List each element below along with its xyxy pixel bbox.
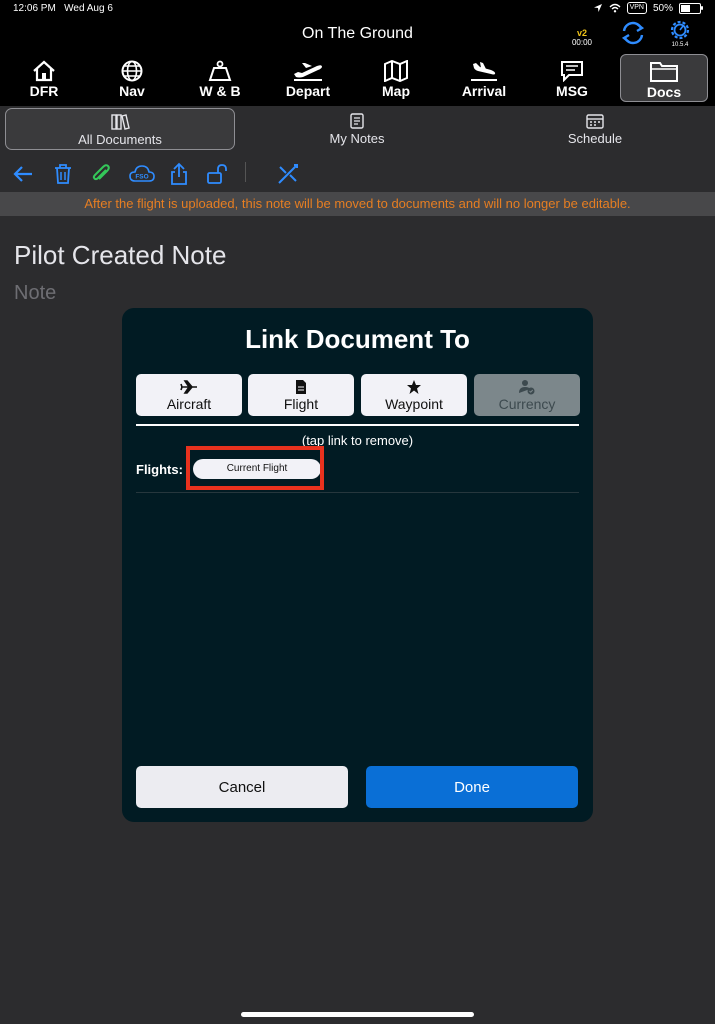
status-date: Wed Aug 6	[64, 3, 113, 14]
nav-depart-label: Depart	[285, 83, 331, 99]
done-button[interactable]: Done	[366, 766, 578, 808]
trash-icon[interactable]	[51, 162, 75, 186]
document-subtitle: Note	[14, 282, 57, 304]
document-icon	[296, 380, 306, 394]
battery-icon	[679, 2, 703, 14]
link-currency-label: Currency	[498, 396, 556, 412]
unlink-icon[interactable]	[276, 162, 300, 186]
upload-notice-banner: After the flight is uploaded, this note …	[0, 192, 715, 216]
nav-nav[interactable]: Nav	[88, 56, 176, 106]
calendar-icon	[586, 114, 604, 129]
nav-arrival[interactable]: Arrival	[440, 56, 528, 106]
share-icon[interactable]	[167, 162, 191, 186]
nav-map[interactable]: Map	[352, 56, 440, 106]
plane-landing-icon	[471, 62, 497, 81]
link-flight-label: Flight	[283, 396, 319, 412]
status-clock: 12:06 PM	[13, 3, 56, 14]
fso-cloud-icon[interactable]: FSO	[128, 162, 156, 186]
main-nav: DFR Nav W & B Depart Map Arrival MSG Doc…	[0, 54, 715, 106]
nav-dfr-label: DFR	[29, 83, 59, 99]
nav-arrival-label: Arrival	[461, 83, 507, 99]
nav-nav-label: Nav	[119, 83, 145, 99]
wifi-icon	[609, 3, 621, 13]
nav-dfr[interactable]: DFR	[0, 56, 88, 106]
link-aircraft-button[interactable]: Aircraft	[136, 374, 242, 416]
folder-icon	[650, 62, 678, 82]
weight-icon	[208, 60, 232, 81]
cancel-button[interactable]: Cancel	[136, 766, 348, 808]
settings-gear-icon[interactable]	[668, 18, 692, 42]
books-icon	[111, 114, 130, 130]
sub-tabs: All Documents My Notes Schedule	[0, 106, 715, 156]
message-icon	[561, 61, 583, 82]
tab-all-documents-label: All Documents	[78, 132, 162, 147]
location-icon	[593, 4, 602, 12]
page-title: On The Ground	[302, 25, 413, 42]
link-document-dialog: Link Document To Aircraft Flight Waypoin…	[122, 308, 593, 822]
unlock-icon[interactable]	[205, 162, 229, 186]
tab-all-documents[interactable]: All Documents	[5, 108, 235, 150]
globe-icon	[121, 60, 143, 82]
tab-my-notes-label: My Notes	[329, 131, 385, 146]
nav-docs-label: Docs	[646, 84, 682, 100]
back-arrow-icon[interactable]	[11, 162, 35, 186]
link-aircraft-label: Aircraft	[166, 396, 212, 412]
flights-label: Flights:	[136, 462, 183, 477]
document-title[interactable]: Pilot Created Note	[14, 240, 226, 271]
dialog-divider	[136, 424, 579, 426]
home-icon	[33, 60, 55, 82]
nav-wb-label: W & B	[199, 83, 241, 99]
airplane-icon	[180, 380, 197, 394]
note-icon	[350, 113, 364, 129]
link-currency-button[interactable]: Currency	[474, 374, 580, 416]
top-bar: 12:06 PM Wed Aug 6 VPN 50% On The Ground…	[0, 0, 715, 106]
fso-label: FSO	[135, 174, 148, 181]
tab-my-notes[interactable]: My Notes	[242, 108, 472, 150]
sync-icon[interactable]	[620, 20, 646, 46]
tab-schedule-label: Schedule	[567, 131, 623, 146]
person-check-icon	[519, 380, 535, 395]
tab-schedule[interactable]: Schedule	[480, 108, 710, 150]
link-flight-button[interactable]: Flight	[248, 374, 354, 416]
nav-docs[interactable]: Docs	[620, 54, 708, 102]
nav-msg[interactable]: MSG	[528, 56, 616, 106]
map-icon	[384, 60, 408, 82]
nav-wb[interactable]: W & B	[176, 56, 264, 106]
status-indicators: VPN 50%	[593, 2, 703, 14]
flights-row-divider	[136, 492, 579, 493]
version-badge[interactable]: v2 00:00	[568, 28, 596, 47]
document-toolbar: FSO	[0, 156, 715, 192]
home-indicator[interactable]	[241, 1012, 474, 1017]
nav-msg-label: MSG	[556, 83, 588, 99]
star-icon	[407, 380, 421, 394]
highlight-box	[186, 446, 324, 490]
nav-map-label: Map	[382, 83, 410, 99]
vpn-badge: VPN	[626, 2, 647, 14]
app-version: 10.5.4	[671, 42, 689, 48]
toolbar-divider	[245, 162, 246, 182]
link-waypoint-label: Waypoint	[385, 396, 443, 412]
plane-takeoff-icon	[294, 63, 322, 81]
battery-percent: 50%	[652, 2, 673, 14]
paperclip-icon[interactable]	[89, 162, 113, 186]
link-waypoint-button[interactable]: Waypoint	[361, 374, 467, 416]
nav-depart[interactable]: Depart	[264, 56, 352, 106]
version-label: v2	[576, 28, 587, 38]
status-time: 12:06 PM Wed Aug 6	[13, 3, 113, 14]
version-time: 00:00	[571, 38, 593, 47]
dialog-title: Link Document To	[245, 324, 470, 354]
